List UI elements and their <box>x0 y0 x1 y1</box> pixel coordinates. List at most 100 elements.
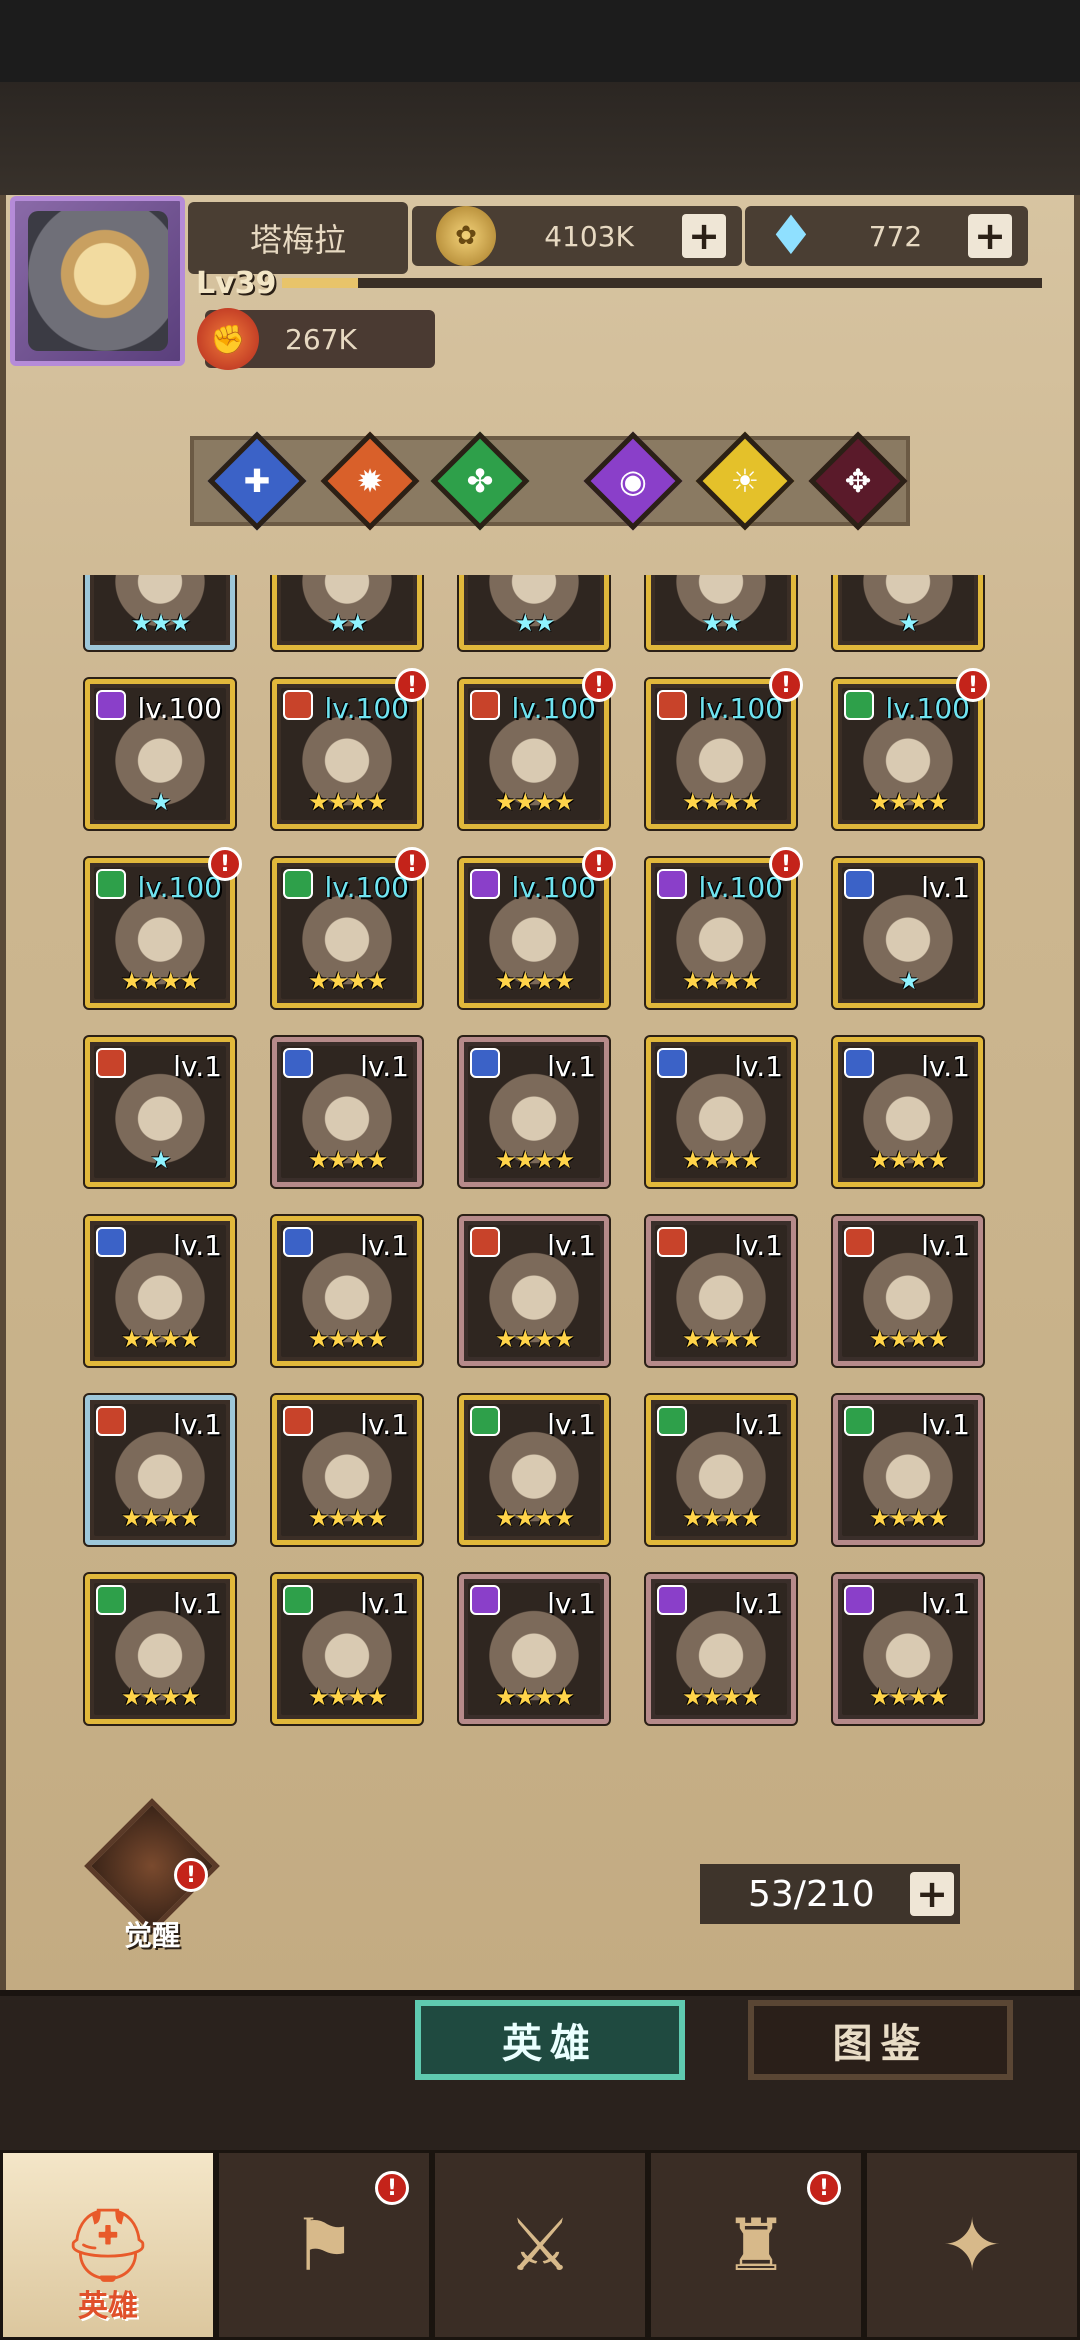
hero-card[interactable]: lv.1 ★★★★ <box>833 1037 983 1187</box>
light-glyph: ☀ <box>730 462 760 500</box>
hero-card[interactable]: ★★ <box>646 575 796 650</box>
hero-card[interactable]: lv.100 ★★★★! <box>646 847 803 1008</box>
hero-card[interactable]: lv.100 ★★★★! <box>272 847 429 1008</box>
alert-badge-icon: ! <box>395 668 429 702</box>
nav-heroes[interactable]: ⛑ 英雄 <box>0 2150 216 2340</box>
player-name: 塔梅拉 <box>188 202 408 274</box>
hero-stars: ★★★★ <box>120 1504 201 1532</box>
capacity-value: 53/210 <box>748 1873 875 1915</box>
hero-card[interactable]: lv.1 ★★★★ <box>272 1574 422 1724</box>
tab-codex[interactable]: 图鉴 <box>748 2000 1013 2080</box>
element-class-icon <box>283 690 313 720</box>
arcane-glyph: ◉ <box>619 462 647 500</box>
hero-card[interactable]: lv.1 ★★★★ <box>459 1037 609 1187</box>
hero-card[interactable]: lv.1 ★★★★ <box>833 1216 983 1366</box>
hero-level: lv.1 <box>921 1587 970 1620</box>
hero-stars: ★ <box>150 788 172 816</box>
alert-badge-icon: ! <box>769 847 803 881</box>
hero-stars: ★★★★ <box>868 1146 949 1174</box>
tab-heroes[interactable]: 英雄 <box>415 2000 685 2080</box>
hero-card[interactable]: lv.1 ★★★★ <box>459 1216 609 1366</box>
hero-card[interactable]: lv.100 ★★★★! <box>272 668 429 829</box>
crossed-swords-icon: ⚔ <box>507 2203 573 2287</box>
element-class-icon <box>657 1048 687 1078</box>
hero-card[interactable]: lv.1 ★★★★ <box>646 1037 796 1187</box>
guild-crest-icon: ✦ <box>941 2203 1003 2287</box>
hero-card[interactable]: lv.1 ★★★★ <box>85 1216 235 1366</box>
avatar-portrait <box>27 211 168 351</box>
nav-tower[interactable]: ♜ ! <box>648 2150 864 2340</box>
power-value: 267K <box>285 322 357 356</box>
hero-card[interactable]: ★★ <box>272 575 422 650</box>
gold-value: 4103K <box>544 219 634 253</box>
hero-grid: ★★★ ★★ ★★ ★★ ★ lv.100 ★ lv.100 ★★★★! lv.100 ★★★★! l… <box>60 575 1020 1770</box>
element-class-icon <box>657 869 687 899</box>
ship-wheel-flag-icon: ⚑ <box>291 2203 357 2287</box>
hero-stars: ★ <box>898 609 920 637</box>
expand-capacity-button[interactable]: + <box>910 1872 954 1916</box>
hero-level: lv.100 <box>511 692 596 725</box>
hero-stars: ★★★★ <box>307 1683 388 1711</box>
hero-card[interactable]: lv.100 ★ <box>85 679 235 829</box>
hero-card[interactable]: ★★ <box>459 575 609 650</box>
hero-level: lv.1 <box>921 871 970 904</box>
helmet-icon: ⛑ <box>62 2202 154 2287</box>
hero-card[interactable]: lv.1 ★★★★ <box>272 1037 422 1187</box>
hero-card[interactable]: lv.1 ★★★★ <box>272 1216 422 1366</box>
hero-level: lv.100 <box>137 692 222 725</box>
hero-level: lv.100 <box>137 871 222 904</box>
hero-card[interactable]: lv.1 ★★★★ <box>646 1574 796 1724</box>
add-gems-button[interactable]: + <box>968 214 1012 258</box>
hero-card[interactable]: lv.1 ★★★★ <box>85 1395 235 1545</box>
hero-card[interactable]: lv.100 ★★★★! <box>646 668 803 829</box>
element-class-icon <box>96 690 126 720</box>
element-class-icon <box>657 1227 687 1257</box>
hero-card[interactable]: lv.1 ★★★★ <box>646 1216 796 1366</box>
nav-guild[interactable]: ✦ <box>864 2150 1080 2340</box>
hero-card[interactable]: lv.1 ★★★★ <box>85 1574 235 1724</box>
gem-display: ♦ 772 + <box>745 206 1028 266</box>
hero-card[interactable]: ★ <box>833 575 983 650</box>
hero-stars: ★ <box>898 967 920 995</box>
hero-stars: ★★ <box>327 609 368 637</box>
hero-card[interactable]: lv.100 ★★★★! <box>85 847 242 1008</box>
element-class-icon <box>470 1227 500 1257</box>
hero-card[interactable]: lv.100 ★★★★! <box>459 847 616 1008</box>
hero-level: lv.1 <box>734 1229 783 1262</box>
castle-tower-icon: ♜ <box>723 2203 789 2287</box>
alert-badge-icon: ! <box>807 2171 841 2205</box>
hero-stars: ★★★★ <box>494 1504 575 1532</box>
hero-level: lv.100 <box>511 871 596 904</box>
player-avatar[interactable] <box>10 196 185 366</box>
dark-glyph: ✥ <box>844 462 872 500</box>
awaken-button[interactable]: 觉醒 ! <box>84 1798 220 1952</box>
hero-stars: ★★★★ <box>681 1683 762 1711</box>
hero-card[interactable]: ★★★ <box>85 575 235 650</box>
hero-card[interactable]: lv.1 ★★★★ <box>833 1395 983 1545</box>
hero-card[interactable]: lv.100 ★★★★! <box>459 668 616 829</box>
hero-card[interactable]: lv.100 ★★★★! <box>833 668 990 829</box>
hero-level: lv.100 <box>698 692 783 725</box>
nav-expedition[interactable]: ⚑ ! <box>216 2150 432 2340</box>
hero-stars: ★★ <box>514 609 555 637</box>
element-class-icon <box>470 1585 500 1615</box>
hero-stars: ★★★★ <box>868 1683 949 1711</box>
hero-card[interactable]: lv.1 ★ <box>833 858 983 1008</box>
hero-stars: ★★★★ <box>494 1683 575 1711</box>
hero-level: lv.1 <box>360 1587 409 1620</box>
hero-card[interactable]: lv.1 ★★★★ <box>646 1395 796 1545</box>
hero-card[interactable]: lv.1 ★★★★ <box>459 1574 609 1724</box>
hero-card[interactable]: lv.1 ★★★★ <box>272 1395 422 1545</box>
hero-card[interactable]: lv.1 ★ <box>85 1037 235 1187</box>
nav-battle[interactable]: ⚔ <box>432 2150 648 2340</box>
element-class-icon <box>844 1227 874 1257</box>
element-class-icon <box>96 1585 126 1615</box>
hero-stars: ★★★★ <box>494 1146 575 1174</box>
element-class-icon <box>470 1048 500 1078</box>
hero-stars: ★★★★ <box>681 967 762 995</box>
hero-level: lv.1 <box>734 1408 783 1441</box>
hero-stars: ★★★★ <box>120 1683 201 1711</box>
add-gold-button[interactable]: + <box>682 214 726 258</box>
hero-card[interactable]: lv.1 ★★★★ <box>459 1395 609 1545</box>
hero-card[interactable]: lv.1 ★★★★ <box>833 1574 983 1724</box>
